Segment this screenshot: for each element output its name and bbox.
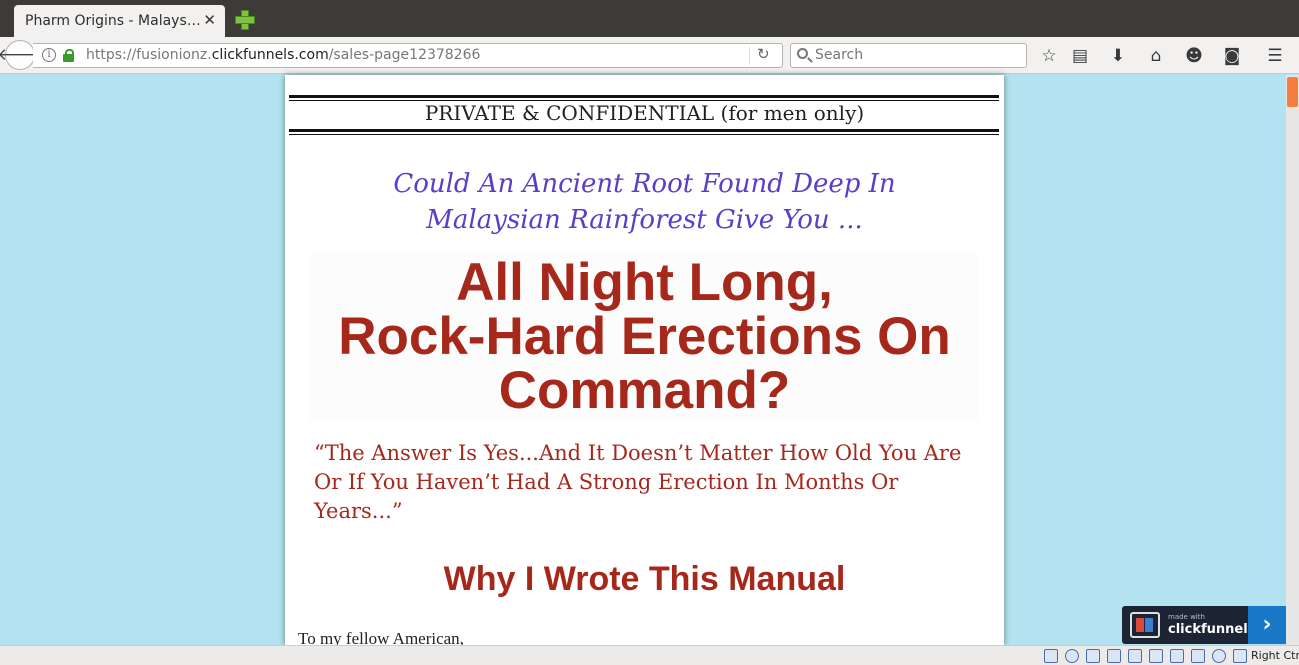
subheadline: Could An Ancient Root Found Deep In Mala… — [305, 166, 984, 238]
subheadline-line-1: Could An Ancient Root Found Deep In — [393, 169, 896, 199]
url-text[interactable]: https://fusionionz.clickfunnels.com/sale… — [86, 47, 480, 63]
letter-greeting: To my fellow American, — [298, 629, 464, 645]
browser-tab[interactable]: Pharm Origins - Malays… ✕ — [14, 5, 225, 37]
url-divider — [749, 47, 750, 65]
scroll-thumb[interactable] — [1287, 77, 1298, 107]
headline-line-1: All Night Long, — [456, 253, 833, 312]
section-heading: Why I Wrote This Manual — [443, 560, 846, 598]
close-tab-icon[interactable]: ✕ — [203, 11, 216, 29]
main-headline: All Night Long, Rock-Hard Erections On C… — [310, 253, 979, 421]
back-button[interactable]: 🡐 — [0, 40, 43, 70]
home-icon[interactable]: ⌂ — [1145, 45, 1167, 67]
address-bar[interactable]: i https://fusionionz.clickfunnels.com/sa… — [33, 43, 783, 68]
chevron-right-icon: › — [1262, 612, 1272, 637]
pocket-icon[interactable]: ◙ — [1221, 45, 1243, 67]
shared-folder-icon[interactable] — [1107, 649, 1121, 663]
search-icon — [797, 48, 808, 59]
url-prefix: https://fusionionz. — [86, 47, 212, 63]
badge-arrow-button[interactable]: › — [1248, 606, 1286, 644]
downloads-icon[interactable]: ⬇ — [1107, 45, 1129, 67]
cpu-icon[interactable] — [1212, 649, 1226, 663]
menu-icon[interactable]: ☰ — [1264, 45, 1286, 67]
headline-line-2: Rock-Hard Erections On — [338, 307, 951, 366]
badge-made-with: made with — [1168, 613, 1205, 621]
sales-page: PRIVATE & CONFIDENTIAL (for men only) Co… — [285, 75, 1004, 645]
reload-icon[interactable]: ↻ — [757, 45, 770, 63]
tab-title: Pharm Origins - Malays… — [25, 13, 200, 29]
bookmark-star-icon[interactable]: ☆ — [1038, 45, 1060, 67]
headline-line-3: Command? — [498, 361, 791, 420]
search-bar[interactable] — [790, 43, 1027, 68]
hello-icon[interactable]: ☻ — [1183, 45, 1205, 67]
new-tab-icon[interactable] — [234, 9, 255, 30]
usb-icon[interactable] — [1086, 649, 1100, 663]
clickfunnels-logo-icon — [1130, 612, 1160, 638]
page-scrollbar[interactable] — [1286, 75, 1299, 645]
badge-brand: clickfunnels — [1168, 622, 1256, 637]
subheadline-line-2: Malaysian Rainforest Give You ... — [426, 205, 863, 235]
tab-strip: Pharm Origins - Malays… ✕ — [0, 0, 1299, 37]
hard-disk-icon[interactable] — [1044, 649, 1058, 663]
answer-quote: “The Answer Is Yes...And It Doesn’t Matt… — [314, 441, 962, 523]
navigation-toolbar: 🡐 i https://fusionionz.clickfunnels.com/… — [0, 37, 1299, 74]
display-icon[interactable] — [1149, 649, 1163, 663]
folder-icon[interactable] — [1128, 649, 1142, 663]
url-path: /sales-page12378266 — [328, 47, 481, 63]
site-info-icon[interactable]: i — [42, 48, 56, 62]
search-input[interactable] — [815, 47, 1015, 63]
mouse-integration-icon[interactable] — [1233, 649, 1247, 663]
network-icon[interactable] — [1170, 649, 1184, 663]
confidential-banner: PRIVATE & CONFIDENTIAL (for men only) — [424, 101, 865, 125]
host-key-label: Right Ctrl — [1251, 649, 1299, 662]
reading-list-icon[interactable]: ▤ — [1069, 45, 1091, 67]
lock-icon[interactable] — [63, 49, 74, 62]
recording-icon[interactable] — [1191, 649, 1205, 663]
optical-drive-icon[interactable] — [1065, 649, 1079, 663]
vm-status-bar: Right Ctrl — [0, 645, 1299, 665]
bottom-double-rule — [289, 129, 999, 135]
url-domain: clickfunnels.com — [211, 47, 329, 63]
